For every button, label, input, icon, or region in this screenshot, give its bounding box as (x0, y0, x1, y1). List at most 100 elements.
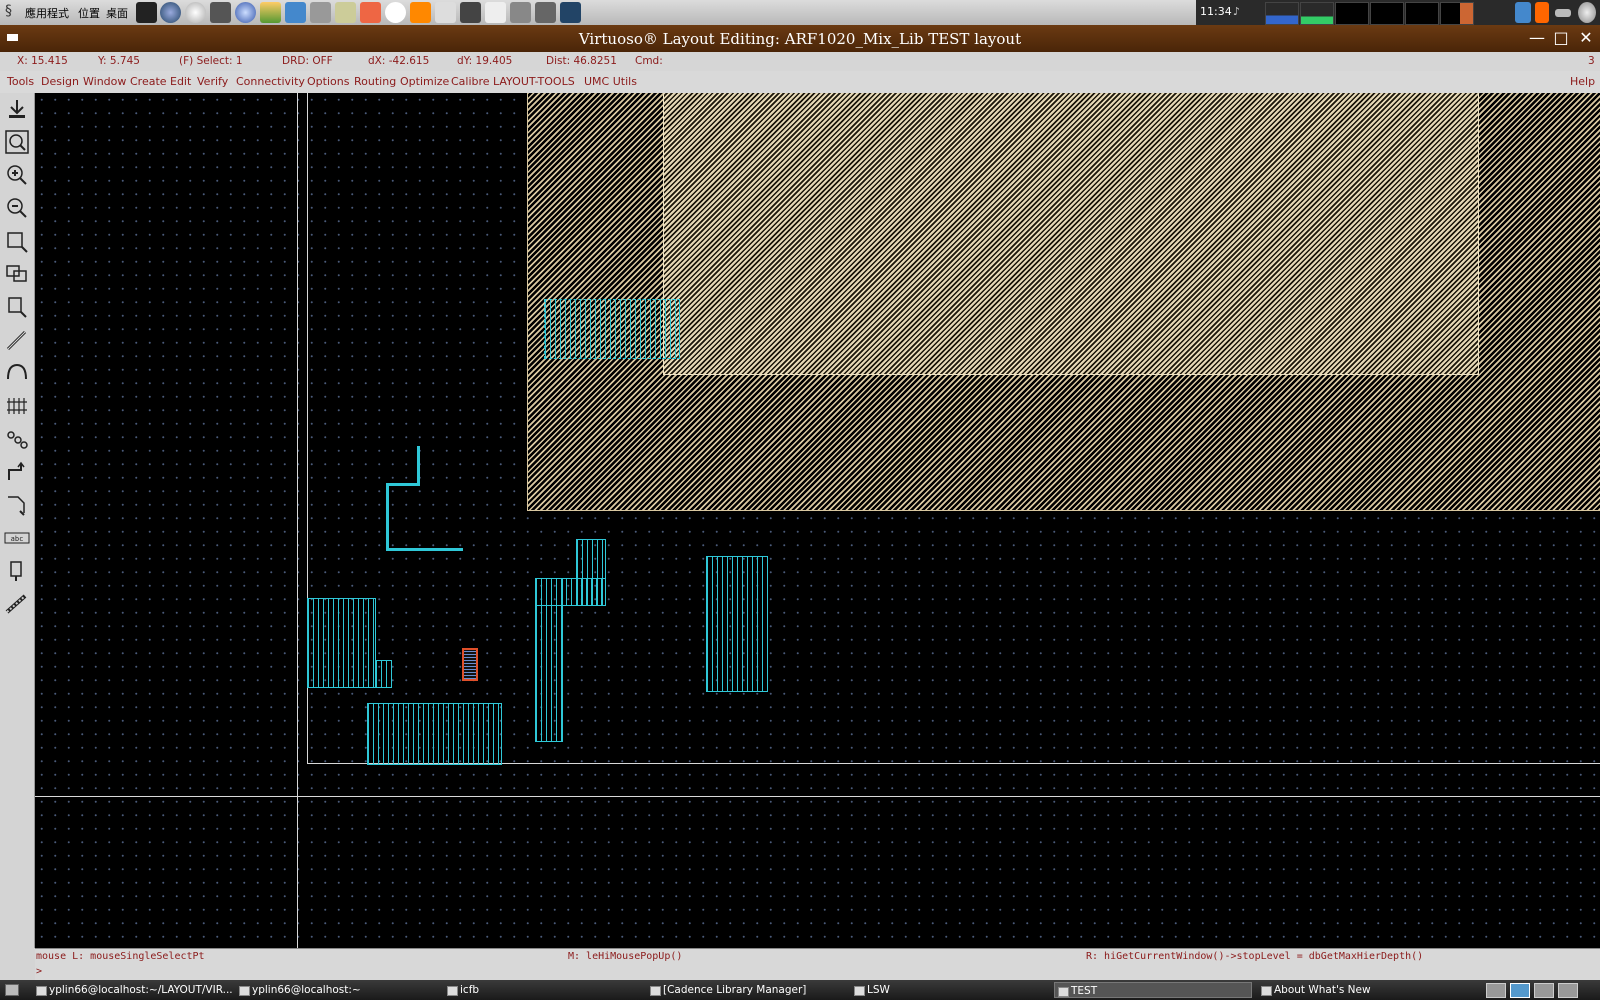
ruler-icon[interactable] (3, 590, 31, 618)
layout-canvas[interactable] (35, 93, 1600, 948)
menu-design[interactable]: Design (41, 75, 79, 88)
orange-box-icon[interactable] (410, 2, 431, 23)
polygon-icon[interactable] (3, 260, 31, 288)
tray-power-icon[interactable] (1578, 2, 1596, 23)
command-prompt[interactable]: > (36, 966, 42, 977)
task-test-layout[interactable]: TEST (1054, 982, 1252, 998)
task-whats-new[interactable]: About What's New (1258, 982, 1456, 998)
metal-rect-top[interactable] (544, 299, 680, 359)
taskbar: yplin66@localhost:~/LAYOUT/VIR... yplin6… (0, 980, 1600, 1000)
volume-icon[interactable]: ♪ (1233, 5, 1240, 18)
workspace-4-icon[interactable] (1558, 983, 1578, 998)
cpu-monitor-icon (1265, 2, 1299, 25)
zoom-fit-icon[interactable] (3, 128, 31, 156)
menu-tools[interactable]: Tools (7, 75, 34, 88)
workspace-3-icon[interactable] (1534, 983, 1554, 998)
menu-umc-utils[interactable]: UMC Utils (584, 75, 637, 88)
menu-layout-tools[interactable]: LAYOUT-TOOLS (493, 75, 575, 88)
tool-s-icon[interactable] (360, 2, 381, 23)
status-dist: Dist: 46.8251 (546, 55, 617, 67)
users-icon[interactable] (260, 2, 281, 23)
network-monitor-icon (1335, 2, 1369, 25)
wire-segment[interactable] (417, 446, 420, 486)
left-toolbar: abc (0, 93, 35, 948)
files-icon[interactable] (435, 2, 456, 23)
clock[interactable]: 11:34 (1200, 5, 1232, 18)
task-terminal-home[interactable]: yplin66@localhost:~ (236, 982, 434, 998)
show-desktop-icon[interactable] (5, 984, 19, 996)
workspace-2-icon[interactable] (1510, 983, 1530, 998)
metal-step-lower[interactable] (535, 578, 563, 742)
browser-icon[interactable] (160, 2, 181, 23)
places-menu[interactable]: 位置 (78, 5, 100, 21)
globe-icon[interactable] (235, 2, 256, 23)
menu-calibre[interactable]: Calibre (451, 75, 490, 88)
move-icon[interactable] (3, 491, 31, 519)
window-title-bar[interactable]: Virtuoso® Layout Editing: ARF1020_Mix_Li… (0, 25, 1600, 52)
status-y: Y: 5.745 (98, 55, 140, 67)
menu-verify[interactable]: Verify (197, 75, 228, 88)
metal-block-bottom[interactable] (367, 703, 502, 765)
menu-edit[interactable]: Edit (170, 75, 191, 88)
screen-icon[interactable] (560, 2, 581, 23)
swap-monitor-icon (1370, 2, 1404, 25)
tray-keyboard-icon[interactable] (1555, 9, 1571, 17)
edit-icon[interactable] (485, 2, 506, 23)
puzzle-icon[interactable] (285, 2, 306, 23)
close-icon[interactable]: ✕ (1576, 28, 1596, 47)
minimize-icon[interactable]: — (1527, 28, 1547, 47)
tray-update-icon[interactable] (1535, 2, 1549, 23)
instance-icon[interactable] (3, 293, 31, 321)
via-contact[interactable] (462, 648, 478, 681)
calculator-icon[interactable] (210, 2, 231, 23)
task-lsw[interactable]: LSW (851, 982, 1049, 998)
menu-connectivity[interactable]: Connectivity (236, 75, 305, 88)
arc-icon[interactable] (3, 359, 31, 387)
task-library-manager[interactable]: [Cadence Library Manager] (647, 982, 845, 998)
printer-icon[interactable] (510, 2, 531, 23)
menu-create[interactable]: Create (130, 75, 167, 88)
wire-segment[interactable] (386, 483, 420, 486)
metal-block-right[interactable] (706, 556, 768, 692)
status-select: (F) Select: 1 (179, 55, 243, 67)
menu-optimize[interactable]: Optimize (400, 75, 449, 88)
wire-icon[interactable] (3, 458, 31, 486)
notes-icon[interactable] (335, 2, 356, 23)
pad-metal-region[interactable] (663, 93, 1479, 375)
pin-icon[interactable] (3, 557, 31, 585)
stretch-icon[interactable] (3, 425, 31, 453)
zoom-in-icon[interactable] (3, 161, 31, 189)
record-icon[interactable] (385, 2, 406, 23)
metal-block-left-tab[interactable] (375, 660, 392, 688)
metal-block-left[interactable] (307, 598, 376, 688)
menu-help[interactable]: Help (1570, 75, 1595, 88)
rectangle-icon[interactable] (3, 227, 31, 255)
menu-options[interactable]: Options (307, 75, 349, 88)
label-icon[interactable]: abc (3, 524, 31, 552)
menu-bar: Tools Design Window Create Edit Verify C… (0, 71, 1600, 94)
menu-window[interactable]: Window (83, 75, 126, 88)
menu-routing[interactable]: Routing (354, 75, 396, 88)
status-x: X: 15.415 (17, 55, 68, 67)
x-terminal-icon[interactable] (136, 2, 157, 23)
desktop-menu[interactable]: 桌面 (106, 5, 128, 21)
system-logo-icon[interactable]: § (5, 3, 12, 19)
clock-app-icon[interactable] (185, 2, 206, 23)
wire-segment[interactable] (386, 548, 463, 551)
workspace-1-icon[interactable] (1486, 983, 1506, 998)
drive-icon[interactable] (535, 2, 556, 23)
package-icon[interactable] (310, 2, 331, 23)
task-terminal-layout[interactable]: yplin66@localhost:~/LAYOUT/VIR... (33, 982, 233, 998)
path-icon[interactable] (3, 326, 31, 354)
task-icfb[interactable]: icfb (444, 982, 642, 998)
zoom-out-icon[interactable] (3, 194, 31, 222)
wire-segment[interactable] (386, 483, 389, 550)
monitor-icon[interactable] (460, 2, 481, 23)
coordinate-status-bar: X: 15.415 Y: 5.745 (F) Select: 1 DRD: OF… (0, 52, 1600, 72)
tray-network-icon[interactable] (1515, 2, 1531, 23)
applications-menu[interactable]: 應用程式 (25, 5, 69, 21)
save-icon[interactable] (3, 95, 31, 123)
maximize-icon[interactable]: □ (1551, 28, 1571, 47)
mosaic-icon[interactable] (3, 392, 31, 420)
system-top-panel: § 應用程式 位置 桌面 11:34 ♪ (0, 0, 1600, 26)
